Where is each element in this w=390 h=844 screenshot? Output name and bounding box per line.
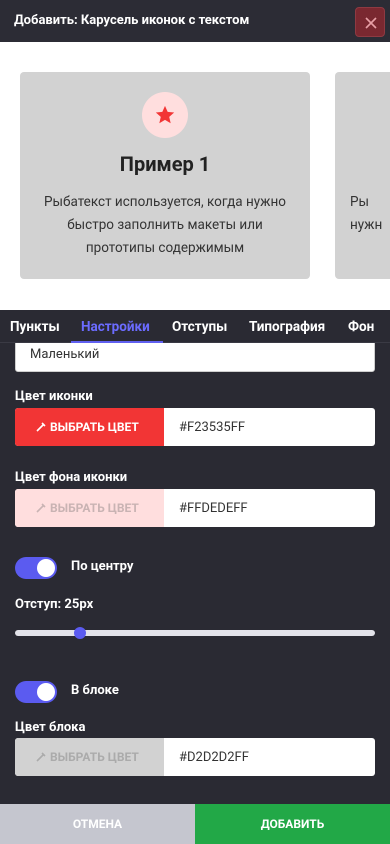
icon-size-select[interactable]: Маленький [15,343,375,372]
dialog-footer: ОТМЕНА ДОБАВИТЬ [0,804,390,844]
toggle-knob [37,683,55,701]
pick-color-label: ВЫБРАТЬ ЦВЕТ [50,750,139,764]
icon-bg-color-picker: ВЫБРАТЬ ЦВЕТ #FFDEDEFF [15,489,375,527]
block-color-label: Цвет блока [15,720,86,735]
icon-bg-color-label: Цвет фона иконки [15,470,128,485]
pick-icon-bg-color-button[interactable]: ВЫБРАТЬ ЦВЕТ [15,489,164,527]
icon-bg-color-value[interactable]: #FFDEDEFF [179,501,248,516]
carousel-card: Пример 1 Рыбатекст используется, когда н… [20,72,310,279]
close-icon [365,17,377,29]
card-text: Ры нужн [350,191,382,237]
carousel-preview: Пример 1 Рыбатекст используется, когда н… [0,42,390,310]
card-text-line: Ры [350,194,369,210]
icon-color-label: Цвет иконки [15,389,93,404]
settings-tabs: Пункты Настройки Отступы Типография Фон [0,310,390,343]
add-button[interactable]: ДОБАВИТЬ [195,804,390,844]
tab-items[interactable]: Пункты [10,319,60,335]
pick-color-label: ВЫБРАТЬ ЦВЕТ [50,420,139,434]
in-block-toggle-label: В блоке [71,683,119,698]
icon-size-value: Маленький [30,347,100,362]
pick-color-label: ВЫБРАТЬ ЦВЕТ [50,501,139,515]
dialog-title: Добавить: Карусель иконок с текстом [14,13,250,28]
pick-block-color-button[interactable]: ВЫБРАТЬ ЦВЕТ [15,738,164,776]
tab-spacing[interactable]: Отступы [172,319,227,335]
spacing-label: Отступ: 25px [15,597,94,612]
center-toggle-label: По центру [71,559,134,574]
card-text-line: нужн [350,217,383,233]
tab-settings[interactable]: Настройки [81,319,150,335]
star-icon [155,105,175,124]
spacing-slider[interactable] [15,630,375,636]
block-color-picker: ВЫБРАТЬ ЦВЕТ #D2D2D2FF [15,738,375,776]
card-text: Рыбатекст используется, когда нужно быст… [44,194,286,256]
toggle-knob [37,559,55,577]
pick-icon-color-button[interactable]: ВЫБРАТЬ ЦВЕТ [15,408,164,446]
carousel-card: Ры нужн [335,72,390,279]
icon-color-value[interactable]: #F23535FF [179,420,245,435]
dialog-header: Добавить: Карусель иконок с текстом [0,0,390,42]
card-icon-circle [142,92,188,138]
close-button[interactable] [355,7,385,37]
block-color-value[interactable]: #D2D2D2FF [179,750,249,765]
settings-panel[interactable]: Маленький Цвет иконки ВЫБРАТЬ ЦВЕТ #F235… [0,343,390,804]
in-block-toggle[interactable] [15,681,57,703]
cancel-button[interactable]: ОТМЕНА [0,804,195,844]
center-toggle[interactable] [15,557,57,579]
tab-background[interactable]: Фон [348,319,374,335]
spacing-slider-thumb[interactable] [74,627,86,639]
card-title: Пример 1 [119,152,211,176]
icon-color-picker: ВЫБРАТЬ ЦВЕТ #F23535FF [15,408,375,446]
tab-typography[interactable]: Типография [249,319,325,335]
